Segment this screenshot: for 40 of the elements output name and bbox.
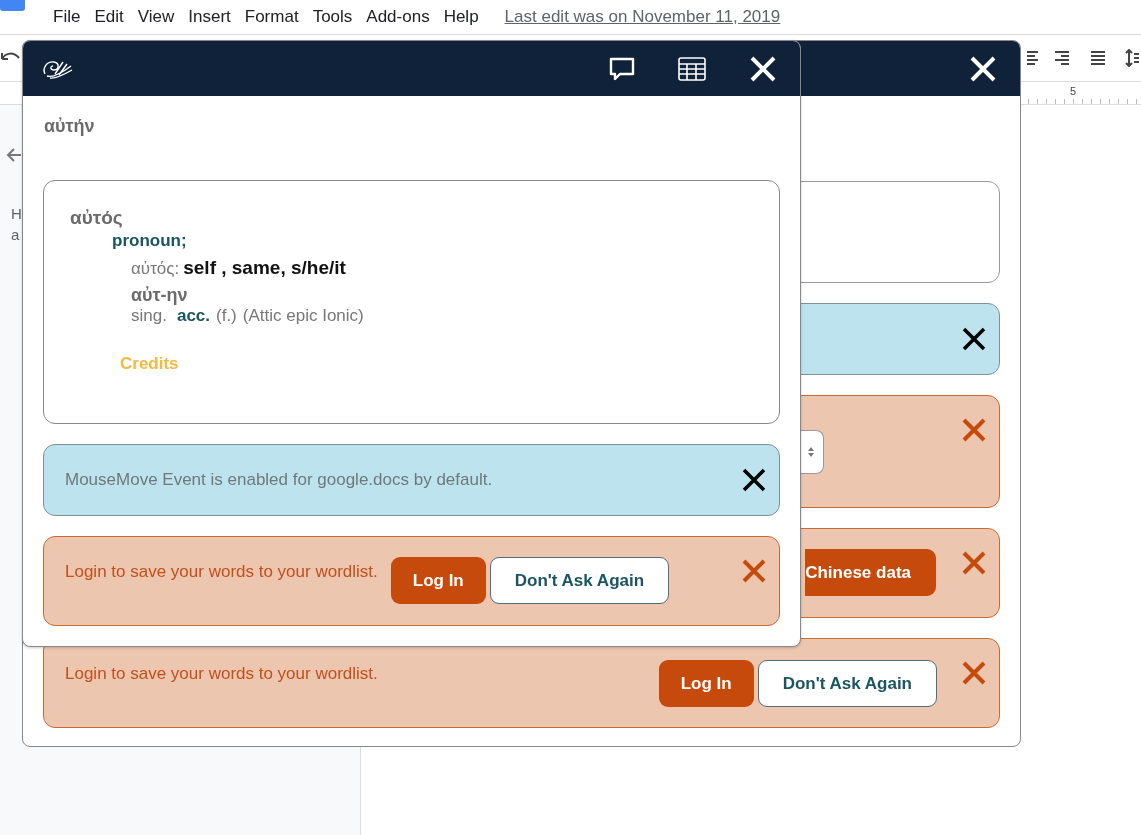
align-right-icon[interactable]: [1053, 50, 1071, 66]
menu-item[interactable]: Insert: [188, 7, 231, 27]
ruler-number: 5: [1070, 85, 1077, 97]
menu-item[interactable]: File: [53, 7, 81, 27]
close-icon[interactable]: [741, 467, 767, 493]
spinner-icon: [807, 445, 815, 458]
login-message: Login to save your words to your wordlist.: [65, 663, 378, 685]
dont-ask-again-button[interactable]: Don't Ask Again: [757, 660, 937, 707]
load-data-button[interactable]: Chinese data: [805, 549, 936, 596]
part-of-speech: pronoun;: [112, 231, 187, 251]
log-in-button[interactable]: Log In: [658, 660, 754, 707]
parse-label: (Attic epic Ionic): [242, 306, 364, 326]
outline-text: H: [11, 204, 22, 224]
justify-icon[interactable]: [1089, 50, 1107, 66]
login-message: Login to save your words to your wordlist.: [65, 561, 378, 583]
select-field[interactable]: [801, 429, 824, 474]
menu-item[interactable]: Edit: [94, 7, 124, 27]
lemma: αὐτός: [70, 207, 123, 229]
table-icon[interactable]: [678, 56, 706, 81]
back-arrow-icon[interactable]: [6, 147, 22, 163]
last-edit-link[interactable]: Last edit was on November 11, 2019: [504, 7, 781, 27]
align-center-icon[interactable]: [1027, 50, 1038, 66]
menu-item[interactable]: Add-ons: [366, 7, 430, 27]
close-icon[interactable]: [961, 326, 987, 352]
parse-label: acc.: [176, 306, 210, 326]
menu-item[interactable]: Tools: [312, 7, 353, 27]
line-spacing-icon[interactable]: [1125, 49, 1139, 67]
parse-label: sing.: [131, 306, 167, 326]
outline-text: a: [11, 225, 20, 245]
menu-item[interactable]: Format: [244, 7, 299, 27]
parse-label: (f.): [216, 306, 237, 326]
dont-ask-again-button[interactable]: Don't Ask Again: [489, 557, 670, 604]
log-in-button[interactable]: Log In: [390, 557, 486, 604]
gloss: self , same, s/he/it: [183, 257, 346, 279]
notice-message: MouseMove Event is enabled for google.docs by default.: [65, 470, 493, 490]
headword: αὐτήν: [44, 116, 96, 138]
word-form: αὐτ-ην: [131, 285, 188, 306]
menu-item[interactable]: Help: [443, 7, 479, 27]
gloss-lemma: αὐτός:: [131, 259, 180, 279]
menu-item[interactable]: View: [137, 7, 175, 27]
